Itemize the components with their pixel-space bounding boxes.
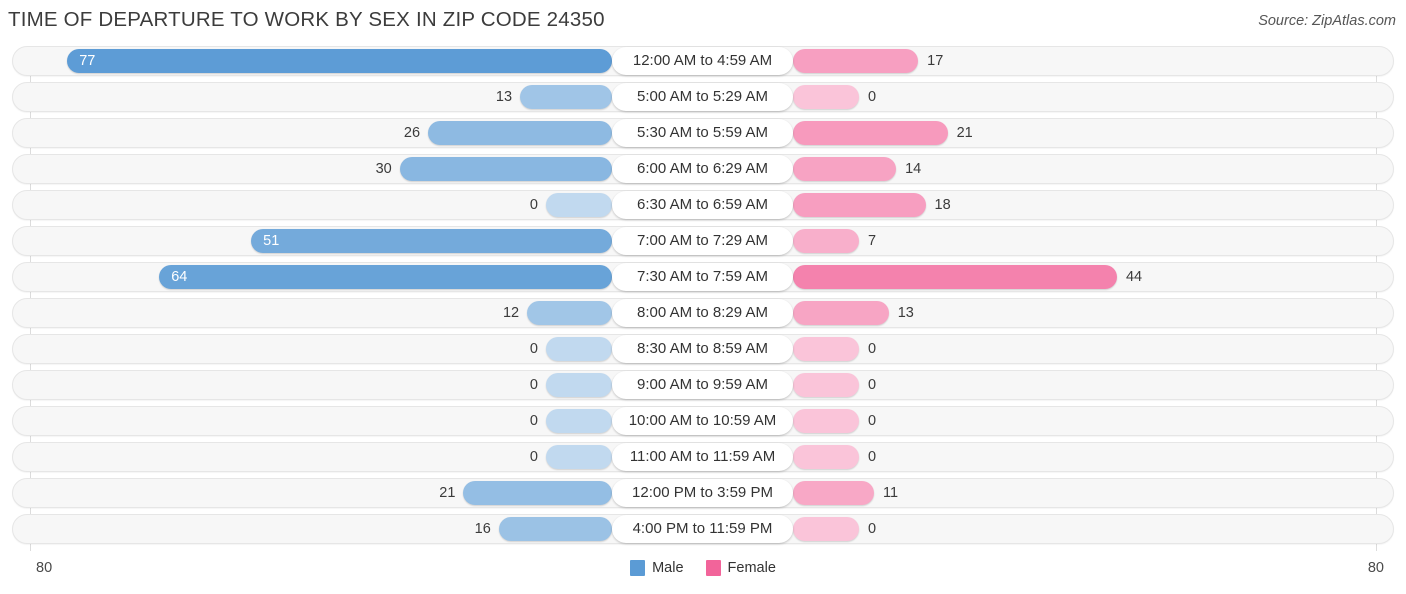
bar-value-male: 0	[529, 449, 538, 465]
bar-row: 77 17 12:00 AM to 4:59 AM	[0, 46, 1406, 76]
bar-male[interactable]	[463, 481, 612, 505]
bar-male[interactable]	[546, 445, 612, 469]
bar-value-female: 0	[868, 413, 877, 429]
category-label: 10:00 AM to 10:59 AM	[612, 407, 793, 435]
bar-female[interactable]	[793, 373, 859, 397]
chart-footer: 80 80 Male Female	[0, 554, 1406, 594]
bar-value-male: 51	[263, 233, 280, 249]
bar-female[interactable]	[793, 121, 948, 145]
source-attribution: Source: ZipAtlas.com	[1258, 13, 1396, 29]
bar-female[interactable]	[793, 85, 859, 109]
bar-male[interactable]	[67, 49, 612, 73]
bar-value-female: 21	[956, 125, 973, 141]
bar-value-female: 0	[868, 89, 877, 105]
bar-male[interactable]	[546, 409, 612, 433]
bar-male[interactable]	[251, 229, 612, 253]
bar-row: 0 0 9:00 AM to 9:59 AM	[0, 370, 1406, 400]
bar-row: 0 18 6:30 AM to 6:59 AM	[0, 190, 1406, 220]
bar-value-female: 0	[868, 377, 877, 393]
bar-value-male: 16	[474, 521, 491, 537]
bar-female[interactable]	[793, 517, 859, 541]
bar-value-male: 12	[502, 305, 520, 321]
category-label: 9:00 AM to 9:59 AM	[612, 371, 793, 399]
category-label: 8:30 AM to 8:59 AM	[612, 335, 793, 363]
category-label: 5:00 AM to 5:29 AM	[612, 83, 793, 111]
category-label: 12:00 PM to 3:59 PM	[612, 479, 793, 507]
category-label: 6:00 AM to 6:29 AM	[612, 155, 793, 183]
bar-value-male: 77	[79, 53, 96, 69]
legend-swatch-male-icon	[630, 560, 646, 576]
category-label: 12:00 AM to 4:59 AM	[612, 47, 793, 75]
bar-female[interactable]	[793, 337, 859, 361]
bar-value-male: 0	[529, 197, 538, 213]
legend-item-male[interactable]: Male	[630, 560, 684, 576]
category-label: 7:00 AM to 7:29 AM	[612, 227, 793, 255]
bar-row: 13 0 5:00 AM to 5:29 AM	[0, 82, 1406, 112]
chart-plot-area: 77 17 12:00 AM to 4:59 AM 13 0 5:00 AM to 5:2…	[0, 46, 1406, 554]
page-title: TIME OF DEPARTURE TO WORK BY SEX IN ZIP …	[8, 8, 605, 31]
bar-female[interactable]	[793, 409, 859, 433]
chart-legend: Male Female	[0, 560, 1406, 576]
category-label: 8:00 AM to 8:29 AM	[612, 299, 793, 327]
bar-value-female: 7	[868, 233, 877, 249]
bar-value-female: 0	[868, 521, 877, 537]
category-label: 5:30 AM to 5:59 AM	[612, 119, 793, 147]
bar-row: 21 11 12:00 PM to 3:59 PM	[0, 478, 1406, 508]
bar-row: 26 21 5:30 AM to 5:59 AM	[0, 118, 1406, 148]
bar-row: 0 0 10:00 AM to 10:59 AM	[0, 406, 1406, 436]
bar-male[interactable]	[498, 517, 612, 541]
bar-value-female: 17	[927, 53, 944, 69]
bar-row: 64 44 7:30 AM to 7:59 AM	[0, 262, 1406, 292]
bar-female[interactable]	[793, 265, 1117, 289]
bar-female[interactable]	[793, 229, 859, 253]
bar-female[interactable]	[793, 301, 889, 325]
legend-label-female: Female	[727, 560, 776, 576]
chart-header: TIME OF DEPARTURE TO WORK BY SEX IN ZIP …	[0, 0, 1406, 42]
bar-value-male: 0	[529, 341, 538, 357]
bar-value-female: 0	[868, 341, 877, 357]
bar-value-female: 13	[897, 305, 914, 321]
bar-value-female: 18	[934, 197, 951, 213]
bar-male[interactable]	[520, 85, 612, 109]
bar-male[interactable]	[399, 157, 612, 181]
category-label: 7:30 AM to 7:59 AM	[612, 263, 793, 291]
bar-value-female: 11	[882, 485, 899, 501]
bar-female[interactable]	[793, 481, 874, 505]
category-label: 4:00 PM to 11:59 PM	[612, 515, 793, 543]
bar-value-female: 0	[868, 449, 877, 465]
bar-female[interactable]	[793, 157, 897, 181]
bar-male[interactable]	[527, 301, 612, 325]
bar-value-male: 0	[529, 377, 538, 393]
bar-value-male: 30	[375, 161, 392, 177]
category-label: 6:30 AM to 6:59 AM	[612, 191, 793, 219]
bar-value-female: 14	[905, 161, 922, 177]
bar-female[interactable]	[793, 193, 926, 217]
bar-rows: 77 17 12:00 AM to 4:59 AM 13 0 5:00 AM to 5:2…	[0, 46, 1406, 550]
legend-label-male: Male	[652, 560, 684, 576]
bar-male[interactable]	[546, 373, 612, 397]
category-label: 11:00 AM to 11:59 AM	[612, 443, 793, 471]
bar-row: 16 0 4:00 PM to 11:59 PM	[0, 514, 1406, 544]
bar-value-male: 26	[403, 125, 421, 141]
bar-male[interactable]	[546, 193, 612, 217]
bar-value-male: 13	[495, 89, 513, 105]
bar-row: 0 0 8:30 AM to 8:59 AM	[0, 334, 1406, 364]
bar-value-female: 44	[1125, 269, 1143, 285]
bar-value-male: 64	[171, 269, 188, 285]
legend-swatch-female-icon	[705, 560, 721, 576]
bar-male[interactable]	[546, 337, 612, 361]
bar-value-male: 21	[439, 485, 456, 501]
bar-row: 0 0 11:00 AM to 11:59 AM	[0, 442, 1406, 472]
bar-male[interactable]	[159, 265, 612, 289]
bar-female[interactable]	[793, 445, 859, 469]
bar-female[interactable]	[793, 49, 919, 73]
bar-row: 12 13 8:00 AM to 8:29 AM	[0, 298, 1406, 328]
bar-row: 30 14 6:00 AM to 6:29 AM	[0, 154, 1406, 184]
bar-row: 51 7 7:00 AM to 7:29 AM	[0, 226, 1406, 256]
bar-value-male: 0	[529, 413, 538, 429]
legend-item-female[interactable]: Female	[705, 560, 776, 576]
bar-male[interactable]	[428, 121, 612, 145]
